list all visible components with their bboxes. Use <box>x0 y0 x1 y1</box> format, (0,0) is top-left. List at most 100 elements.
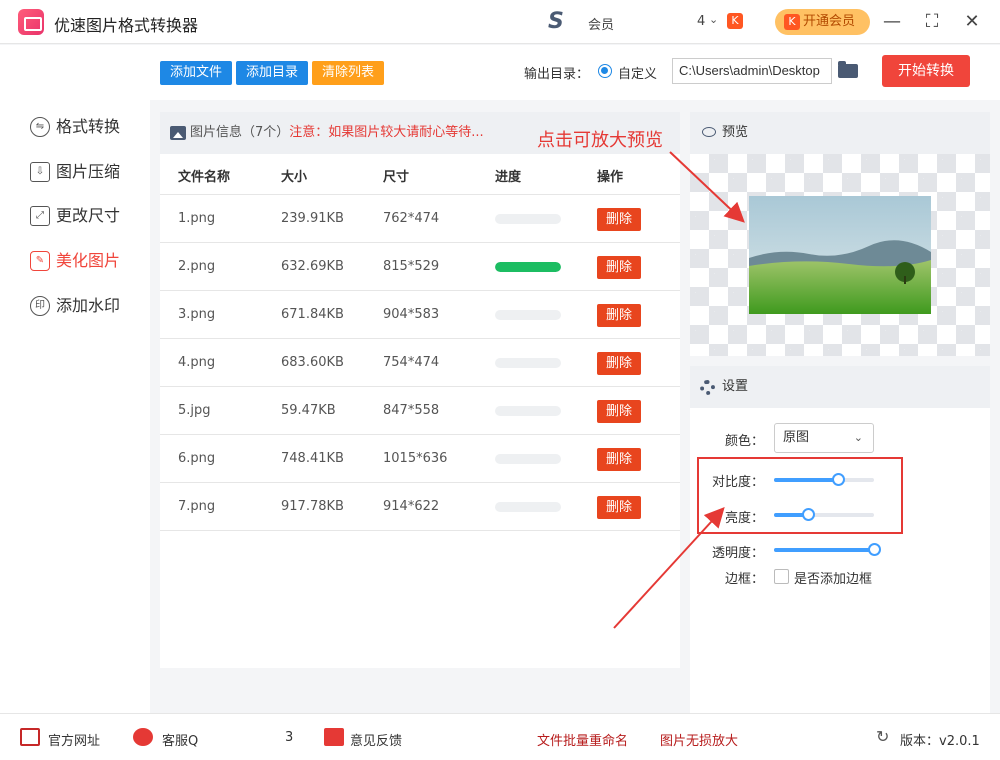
settings-panel: 设置 颜色： 原图 ⌄ 对比度： 亮度： 透明度： 边框： 是否添加边框 <box>690 366 990 713</box>
custom-dir-label: 自定义 <box>618 67 658 82</box>
file-name: 1.png <box>178 211 216 226</box>
sidebar-item-label: 格式转换 <box>56 117 121 136</box>
file-name: 2.png <box>178 259 216 274</box>
opacity-slider[interactable] <box>774 543 881 556</box>
support-link[interactable]: 客服Q <box>162 730 198 749</box>
folder-icon[interactable] <box>838 61 858 78</box>
settings-header: 设置 <box>690 366 990 408</box>
feedback-icon <box>324 728 344 746</box>
delete-button[interactable]: 删除 <box>597 304 641 327</box>
file-size: 748.41KB <box>281 451 344 466</box>
delete-button[interactable]: 删除 <box>597 400 641 423</box>
chevron-down-icon[interactable]: ⌄ <box>709 13 718 26</box>
feedback-link[interactable]: 意见反馈 <box>350 730 402 749</box>
sidebar-item-label: 美化图片 <box>56 251 121 270</box>
delete-button[interactable]: 删除 <box>597 448 641 471</box>
border-checkbox-label: 是否添加边框 <box>794 572 873 587</box>
border-label: 边框： <box>724 572 764 587</box>
file-dimensions: 1015*636 <box>383 451 448 466</box>
file-size: 671.84KB <box>281 307 344 322</box>
file-list-panel: 图片信息（7个）注意：如果图片较大请耐心等待... 文件名称 大小 尺寸 进度 … <box>160 112 680 668</box>
lossless-enlarge-link[interactable]: 图片无损放大 <box>660 730 738 749</box>
user-avatar-icon[interactable]: S <box>548 10 572 34</box>
file-name: 5.jpg <box>178 403 211 418</box>
redacted-mask <box>200 729 282 746</box>
resize-icon: ⤢ <box>30 206 50 226</box>
app-logo-icon <box>18 9 44 35</box>
open-vip-label: 开通会员 <box>803 14 856 29</box>
table-row: 1.png 239.91KB 762*474 删除 <box>160 195 680 243</box>
footer: 官方网址 客服Q 3 意见反馈 文件批量重命名 图片无损放大 ↻ 版本：v2.0… <box>0 713 1000 760</box>
column-header-progress: 进度 <box>495 170 522 185</box>
compress-icon: ⇩ <box>30 162 50 182</box>
custom-dir-radio[interactable] <box>598 64 612 78</box>
toolbar: 添加文件 添加目录 清除列表 输出目录： 自定义 C:\Users\admin\… <box>150 45 1000 100</box>
settings-title: 设置 <box>722 379 749 394</box>
landscape-image <box>749 196 931 314</box>
color-select-value: 原图 <box>783 430 810 445</box>
output-dir-label: 输出目录： <box>524 67 590 82</box>
website-icon <box>20 728 40 746</box>
title-bar: 优速图片格式转换器 S 会员 4 ⌄ K K 开通会员 — ⛶ ✕ <box>0 0 1000 44</box>
preview-title: 预览 <box>722 125 749 140</box>
column-header-action: 操作 <box>597 170 624 185</box>
sidebar-item-compress[interactable]: ⇩ 图片压缩 <box>30 159 140 185</box>
table-row: 4.png 683.60KB 754*474 删除 <box>160 339 680 387</box>
progress-bar <box>495 310 561 320</box>
open-vip-button[interactable]: K 开通会员 <box>775 9 870 35</box>
support-number-tail: 3 <box>285 730 294 745</box>
eye-icon <box>702 127 716 137</box>
close-icon[interactable]: ✕ <box>960 10 984 34</box>
sidebar-item-beautify[interactable]: ✎ 美化图片 <box>30 248 140 274</box>
file-size: 683.60KB <box>281 355 344 370</box>
file-dimensions: 762*474 <box>383 211 440 226</box>
output-path-input[interactable]: C:\Users\admin\Desktop <box>672 58 832 84</box>
table-row: 6.png 748.41KB 1015*636 删除 <box>160 435 680 483</box>
file-dimensions: 914*622 <box>383 499 440 514</box>
preview-header: 预览 <box>690 112 990 154</box>
column-header-name: 文件名称 <box>178 170 231 185</box>
file-size: 632.69KB <box>281 259 344 274</box>
sidebar-item-resize[interactable]: ⤢ 更改尺寸 <box>30 203 140 229</box>
opacity-label: 透明度： <box>711 546 764 561</box>
maximize-icon[interactable]: ⛶ <box>920 10 944 34</box>
progress-bar <box>495 214 561 224</box>
opacity-slider-knob[interactable] <box>868 543 881 556</box>
batch-rename-link[interactable]: 文件批量重命名 <box>537 730 628 749</box>
delete-button[interactable]: 删除 <box>597 496 641 519</box>
preview-panel: 预览 <box>690 112 990 356</box>
preview-image[interactable] <box>749 196 931 314</box>
notice-text: 注意：如果图片较大请耐心等待... <box>289 125 484 140</box>
highlight-box <box>697 457 903 534</box>
add-directory-button[interactable]: 添加目录 <box>236 61 308 85</box>
file-name: 3.png <box>178 307 216 322</box>
sidebar-item-format-convert[interactable]: ⇋ 格式转换 <box>30 114 140 140</box>
table-row: 2.png 632.69KB 815*529 删除 <box>160 243 680 291</box>
add-file-button[interactable]: 添加文件 <box>160 61 232 85</box>
progress-fill <box>495 262 561 272</box>
color-select[interactable]: 原图 ⌄ <box>774 423 874 453</box>
progress-bar <box>495 454 561 464</box>
sidebar-item-label: 添加水印 <box>56 296 121 315</box>
border-checkbox[interactable] <box>774 569 789 584</box>
sidebar-item-watermark[interactable]: 印 添加水印 <box>30 293 140 319</box>
delete-button[interactable]: 删除 <box>597 352 641 375</box>
preview-canvas[interactable] <box>690 154 990 356</box>
minimize-icon[interactable]: — <box>880 10 904 34</box>
clear-list-button[interactable]: 清除列表 <box>312 61 384 85</box>
file-dimensions: 904*583 <box>383 307 440 322</box>
file-size: 59.47KB <box>281 403 336 418</box>
user-name[interactable]: 会员 <box>588 14 614 33</box>
website-link[interactable]: 官方网址 <box>48 730 100 749</box>
vip-badge-icon: K <box>727 13 743 29</box>
column-header-dims: 尺寸 <box>383 170 410 185</box>
delete-button[interactable]: 删除 <box>597 208 641 231</box>
user-count[interactable]: 4 <box>697 14 705 29</box>
watermark-icon: 印 <box>30 296 50 316</box>
vip-icon: K <box>784 14 800 30</box>
table-row: 7.png 917.78KB 914*622 删除 <box>160 483 680 531</box>
delete-button[interactable]: 删除 <box>597 256 641 279</box>
progress-bar <box>495 502 561 512</box>
file-count-info: 图片信息（7个） <box>190 125 290 140</box>
start-convert-button[interactable]: 开始转换 <box>882 55 970 87</box>
